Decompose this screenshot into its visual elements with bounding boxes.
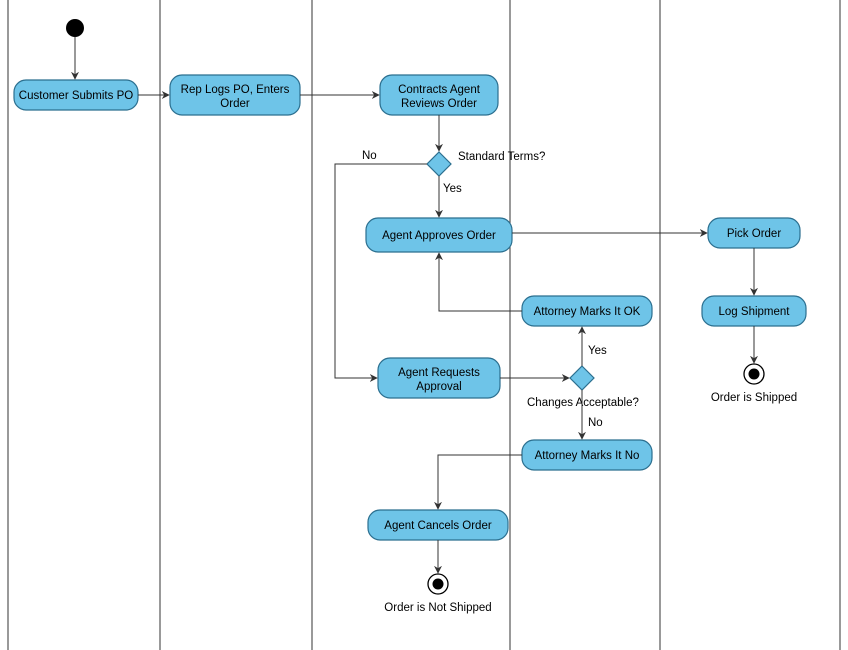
activity-label: Rep Logs PO, Enters bbox=[181, 84, 290, 96]
activity-label: Agent Requests bbox=[398, 367, 480, 379]
activity-label: Contracts Agent bbox=[398, 84, 481, 96]
edge-label-no: No bbox=[362, 150, 377, 162]
final-not-shipped: Order is Not Shipped bbox=[384, 574, 491, 614]
activity-log-shipment: Log Shipment bbox=[702, 296, 806, 326]
edge-label-yes: Yes bbox=[443, 183, 462, 195]
activity-label: Agent Approves Order bbox=[382, 230, 496, 242]
activity-label: Reviews Order bbox=[401, 98, 477, 110]
activity-rep-logs-po: Rep Logs PO, Enters Order bbox=[170, 75, 300, 115]
activity-label: Attorney Marks It No bbox=[535, 450, 640, 462]
activity-label: Agent Cancels Order bbox=[384, 520, 492, 532]
initial-node bbox=[66, 19, 84, 37]
activity-customer-submits-po: Customer Submits PO bbox=[14, 80, 138, 110]
activity-label: Log Shipment bbox=[719, 306, 791, 318]
edge-label-no: No bbox=[588, 417, 603, 429]
decision-standard-terms: Standard Terms? bbox=[427, 151, 545, 176]
activity-pick-order: Pick Order bbox=[708, 218, 800, 248]
activity-attorney-marks-ok: Attorney Marks It OK bbox=[522, 296, 652, 326]
activity-agent-approves-order: Agent Approves Order bbox=[366, 218, 512, 252]
decision-label: Changes Acceptable? bbox=[527, 397, 639, 409]
activity-contracts-agent-reviews: Contracts Agent Reviews Order bbox=[380, 75, 498, 115]
activity-agent-cancels-order: Agent Cancels Order bbox=[368, 510, 508, 540]
final-label: Order is Shipped bbox=[711, 392, 797, 404]
decision-changes-acceptable: Changes Acceptable? bbox=[527, 366, 639, 409]
activity-label: Attorney Marks It OK bbox=[534, 306, 641, 318]
activity-label: Order bbox=[220, 98, 250, 110]
decision-label: Standard Terms? bbox=[458, 151, 545, 163]
final-shipped: Order is Shipped bbox=[711, 364, 797, 404]
activity-label: Approval bbox=[416, 381, 461, 393]
activity-diagram: Customer Submits PO Rep Logs PO, Enters … bbox=[0, 0, 848, 650]
activity-attorney-marks-no: Attorney Marks It No bbox=[522, 440, 652, 470]
final-label: Order is Not Shipped bbox=[384, 602, 491, 614]
edge-label-yes: Yes bbox=[588, 345, 607, 357]
activity-label: Customer Submits PO bbox=[19, 90, 133, 102]
activity-label: Pick Order bbox=[727, 228, 781, 240]
activity-agent-requests-approval: Agent Requests Approval bbox=[378, 358, 500, 398]
